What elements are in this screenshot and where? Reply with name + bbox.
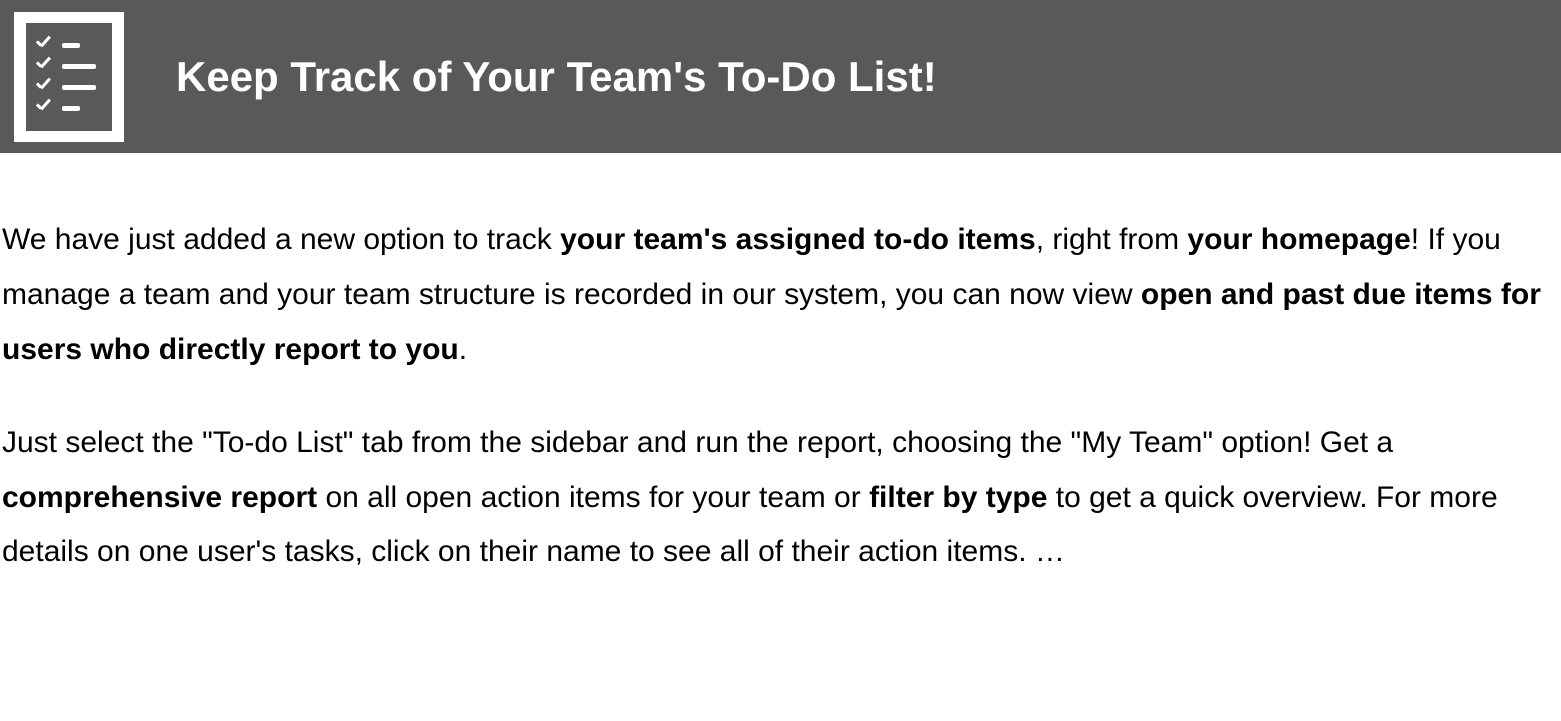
header-banner: Keep Track of Your Team's To-Do List! — [0, 0, 1561, 153]
bold-text: filter by type — [869, 481, 1047, 514]
bold-text: your team's assigned to-do items — [560, 223, 1036, 256]
paragraph-1: We have just added a new option to track… — [2, 213, 1559, 378]
bold-text: your homepage — [1187, 223, 1410, 256]
page-title: Keep Track of Your Team's To-Do List! — [176, 53, 937, 101]
paragraph-2: Just select the "To-do List" tab from th… — [2, 416, 1559, 581]
text: Just select the "To-do List" tab from th… — [2, 426, 1393, 459]
text: on all open action items for your team o… — [317, 481, 869, 514]
text: , right from — [1036, 223, 1188, 256]
text: . — [459, 333, 467, 366]
checklist-icon — [14, 12, 124, 142]
text: We have just added a new option to track — [2, 223, 560, 256]
content-body: We have just added a new option to track… — [0, 153, 1561, 580]
bold-text: comprehensive report — [2, 481, 317, 514]
